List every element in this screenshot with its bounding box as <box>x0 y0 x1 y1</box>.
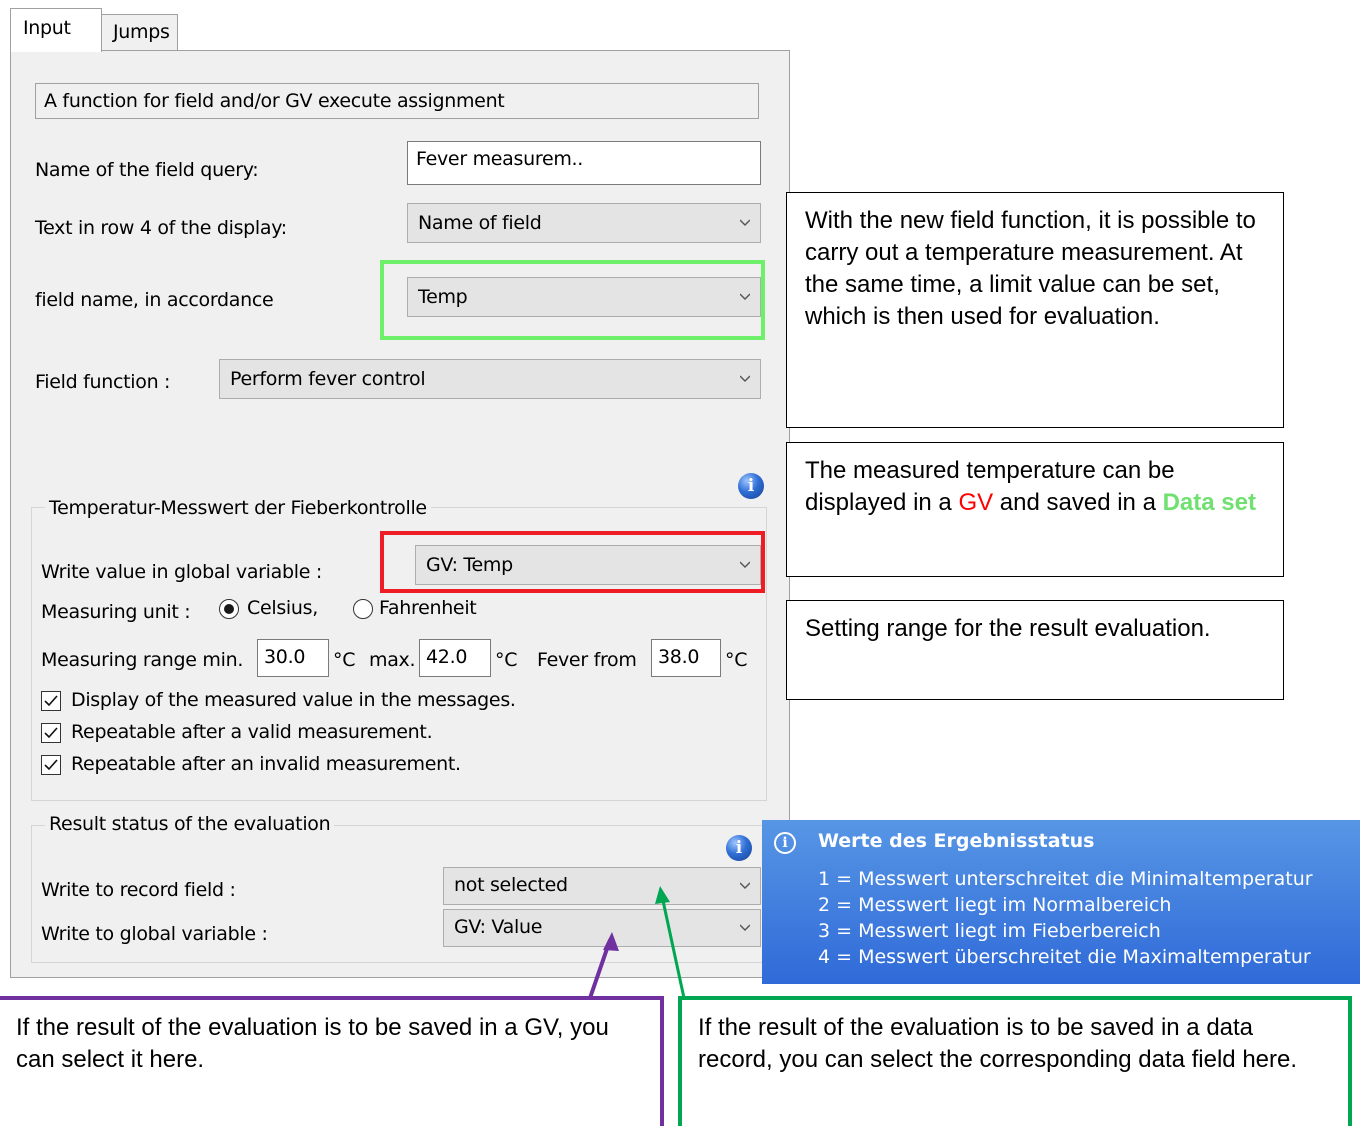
tab-input-label: Input <box>23 17 71 39</box>
arrows-overlay <box>588 886 686 999</box>
purple-arrowhead-icon <box>603 932 619 951</box>
tab-input[interactable]: Input <box>10 8 102 52</box>
green-arrowhead-icon <box>655 886 670 904</box>
green-arrow-icon <box>660 895 686 999</box>
